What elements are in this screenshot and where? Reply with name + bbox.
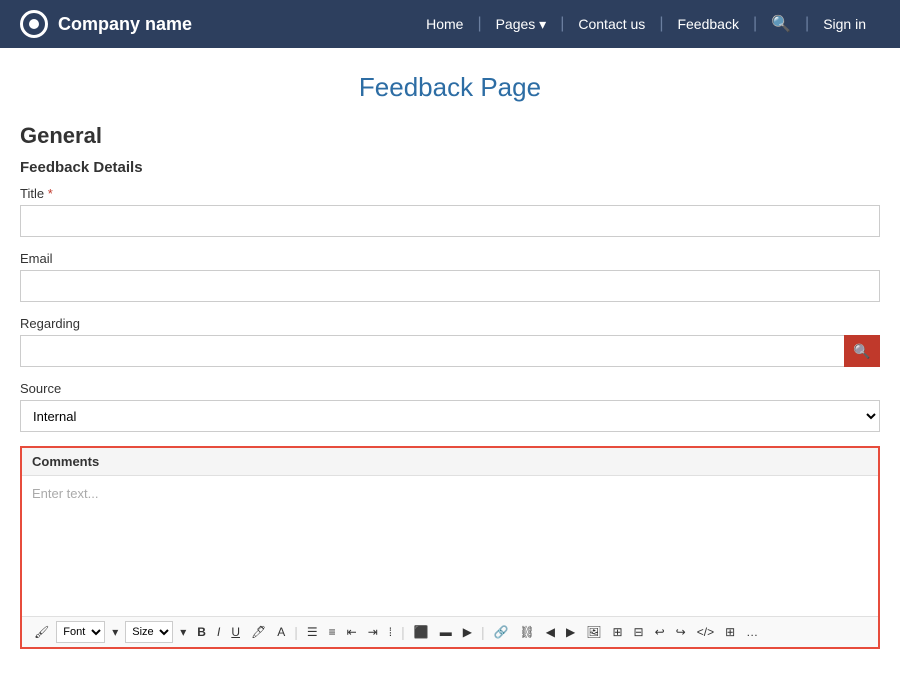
subsection-title: Feedback Details <box>20 159 880 176</box>
nav-link-signin[interactable]: Sign in <box>809 16 880 32</box>
source-field-group: Source Internal External Other <box>20 381 880 432</box>
toolbar-undo-button[interactable]: ↩ <box>651 623 669 641</box>
page-title: Feedback Page <box>0 48 900 123</box>
regarding-search-icon: 🔍 <box>853 343 870 360</box>
regarding-field-group: Regarding 🔍 <box>20 316 880 367</box>
toolbar-link-button[interactable]: 🔗 <box>490 623 513 641</box>
search-icon[interactable]: 🔍 <box>757 14 805 34</box>
comments-body[interactable]: Enter text... <box>22 476 878 616</box>
nav-link-home[interactable]: Home <box>412 16 477 32</box>
toolbar-more-button[interactable]: … <box>742 623 762 641</box>
toolbar-sep-2: | <box>401 624 405 640</box>
toolbar-font-dropdown-arrow[interactable]: ▾ <box>108 623 122 641</box>
brand-icon <box>20 10 48 38</box>
toolbar-paintbrush-button[interactable]: 🖌 <box>30 623 53 641</box>
section-title: General <box>20 123 880 149</box>
brand-icon-inner <box>29 19 39 29</box>
toolbar-outdent-button[interactable]: ⇤ <box>343 623 361 641</box>
toolbar-prev-button[interactable]: ◀ <box>542 623 559 641</box>
navbar: Company name Home | Pages ▾ | Contact us… <box>0 0 900 48</box>
toolbar-next-button[interactable]: ▶ <box>562 623 579 641</box>
toolbar-insert-button[interactable]: ⊞ <box>608 623 626 641</box>
source-select[interactable]: Internal External Other <box>20 400 880 432</box>
brand-name: Company name <box>58 14 192 35</box>
regarding-wrapper: 🔍 <box>20 335 880 367</box>
source-label: Source <box>20 381 880 396</box>
toolbar-underline-button[interactable]: U <box>227 623 244 641</box>
toolbar-size-select[interactable]: Size <box>125 621 173 643</box>
title-field-group: Title * <box>20 186 880 237</box>
regarding-search-button[interactable]: 🔍 <box>844 335 880 367</box>
title-label: Title * <box>20 186 880 201</box>
nav-link-contact[interactable]: Contact us <box>564 16 659 32</box>
page-content: General Feedback Details Title * Email R… <box>0 123 900 679</box>
toolbar-fontcolor-button[interactable]: A <box>273 623 289 641</box>
comments-toolbar: 🖌 Font ▾ Size ▾ B I U 🖊 A | ☰ ≡ <box>22 616 878 647</box>
toolbar-ordered-list-button[interactable]: ≡ <box>325 623 340 641</box>
toolbar-bold-button[interactable]: B <box>193 623 210 641</box>
toolbar-align-center-button[interactable]: ▬ <box>436 623 456 641</box>
email-label: Email <box>20 251 880 266</box>
nav-link-feedback[interactable]: Feedback <box>663 16 752 32</box>
toolbar-align-left-button[interactable]: ⬛ <box>410 623 433 641</box>
toolbar-code-button[interactable]: </> <box>693 623 718 641</box>
toolbar-unlink-button[interactable]: ⛓ <box>516 623 539 641</box>
email-input[interactable] <box>20 270 880 302</box>
toolbar-font-select[interactable]: Font <box>56 621 105 643</box>
toolbar-unordered-list-button[interactable]: ☰ <box>303 623 322 641</box>
regarding-label: Regarding <box>20 316 880 331</box>
toolbar-indent-button[interactable]: ⇥ <box>364 623 382 641</box>
comments-header: Comments <box>22 448 878 476</box>
toolbar-align-right-button[interactable]: ▶ <box>459 623 476 641</box>
toolbar-italic-button[interactable]: I <box>213 623 224 641</box>
nav-link-pages[interactable]: Pages ▾ <box>482 16 561 33</box>
toolbar-image-button[interactable]: 🖼 <box>582 623 605 641</box>
regarding-input[interactable] <box>20 335 844 367</box>
toolbar-special-button[interactable]: ⊟ <box>630 623 648 641</box>
brand[interactable]: Company name <box>20 10 192 38</box>
title-input[interactable] <box>20 205 880 237</box>
comments-container: Comments Enter text... 🖌 Font ▾ Size ▾ B… <box>20 446 880 649</box>
toolbar-highlight-button[interactable]: 🖊 <box>247 623 270 641</box>
toolbar-sep-1: | <box>294 624 298 640</box>
title-required: * <box>48 186 53 201</box>
toolbar-size-dropdown-arrow[interactable]: ▾ <box>176 623 190 641</box>
toolbar-table-button[interactable]: ⊞ <box>721 623 739 641</box>
toolbar-columns-button[interactable]: ⁞ <box>385 623 396 641</box>
comments-placeholder: Enter text... <box>32 486 98 501</box>
nav-links: Home | Pages ▾ | Contact us | Feedback |… <box>412 14 880 34</box>
toolbar-sep-3: | <box>481 624 485 640</box>
email-field-group: Email <box>20 251 880 302</box>
toolbar-redo-button[interactable]: ↪ <box>672 623 690 641</box>
